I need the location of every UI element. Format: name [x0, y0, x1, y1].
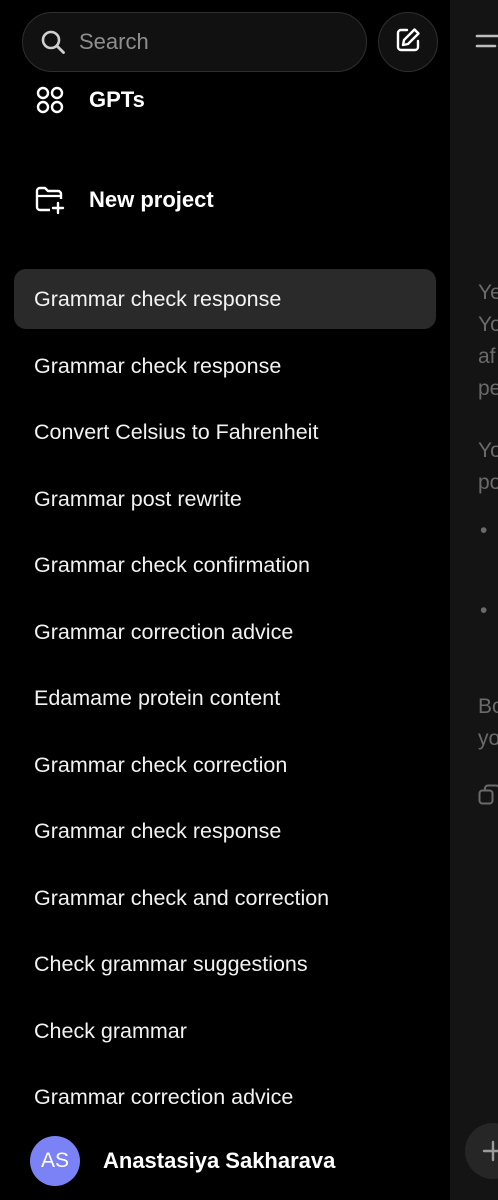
chat-text-line: po: [478, 471, 498, 494]
chat-text-line: yo: [478, 727, 498, 750]
chat-panel: Ye Yo af pe Yo po • • Bo yo: [450, 0, 498, 1200]
bullet-marker: •: [480, 599, 488, 622]
history-item[interactable]: Edamame protein content: [14, 668, 436, 728]
chat-text-line: Ye: [478, 281, 498, 304]
history-item[interactable]: Grammar correction advice: [14, 602, 436, 662]
sidebar: Search GPTs New project Grammar check re…: [0, 0, 450, 1200]
bullet-marker: •: [480, 519, 488, 542]
user-name: Anastasiya Sakharava: [103, 1148, 336, 1173]
nav-gpts[interactable]: GPTs: [34, 80, 145, 120]
chat-text-line: Bo: [478, 695, 498, 718]
copy-icon[interactable]: [478, 784, 498, 811]
history-item[interactable]: Grammar check correction: [14, 735, 436, 795]
nav-new-project-label: New project: [89, 187, 214, 212]
nav-new-project[interactable]: New project: [34, 180, 214, 220]
plus-icon: [482, 1140, 498, 1162]
chat-text-line: Yo: [478, 439, 498, 462]
history-item[interactable]: Grammar check response: [14, 801, 436, 861]
chat-text-line: af: [478, 345, 496, 368]
history-item[interactable]: Grammar check confirmation: [14, 535, 436, 595]
history-item[interactable]: Grammar check response: [14, 336, 436, 396]
history-item[interactable]: Grammar check and correction: [14, 868, 436, 928]
menu-icon[interactable]: [475, 32, 498, 59]
chat-text-line: pe: [478, 377, 498, 400]
chat-text-line: Yo: [478, 313, 498, 336]
avatar: AS: [30, 1136, 80, 1186]
search-placeholder: Search: [79, 29, 149, 54]
folder-plus-icon: [34, 184, 66, 216]
add-attachment-button[interactable]: [465, 1123, 498, 1179]
search-input[interactable]: Search: [22, 12, 367, 72]
new-chat-button[interactable]: [378, 12, 438, 72]
nav-gpts-label: GPTs: [89, 87, 145, 112]
history-item[interactable]: Grammar check response: [14, 269, 436, 329]
history-item[interactable]: Grammar correction advice: [14, 1067, 436, 1127]
user-profile[interactable]: AS Anastasiya Sakharava: [30, 1136, 335, 1186]
edit-icon: [394, 26, 422, 59]
history-item[interactable]: Convert Celsius to Fahrenheit: [14, 402, 436, 462]
history-item[interactable]: Check grammar: [14, 1001, 436, 1061]
history-item[interactable]: Check grammar suggestions: [14, 934, 436, 994]
search-icon: [39, 28, 67, 56]
history-item[interactable]: Grammar post rewrite: [14, 469, 436, 529]
grid-icon: [34, 84, 66, 116]
